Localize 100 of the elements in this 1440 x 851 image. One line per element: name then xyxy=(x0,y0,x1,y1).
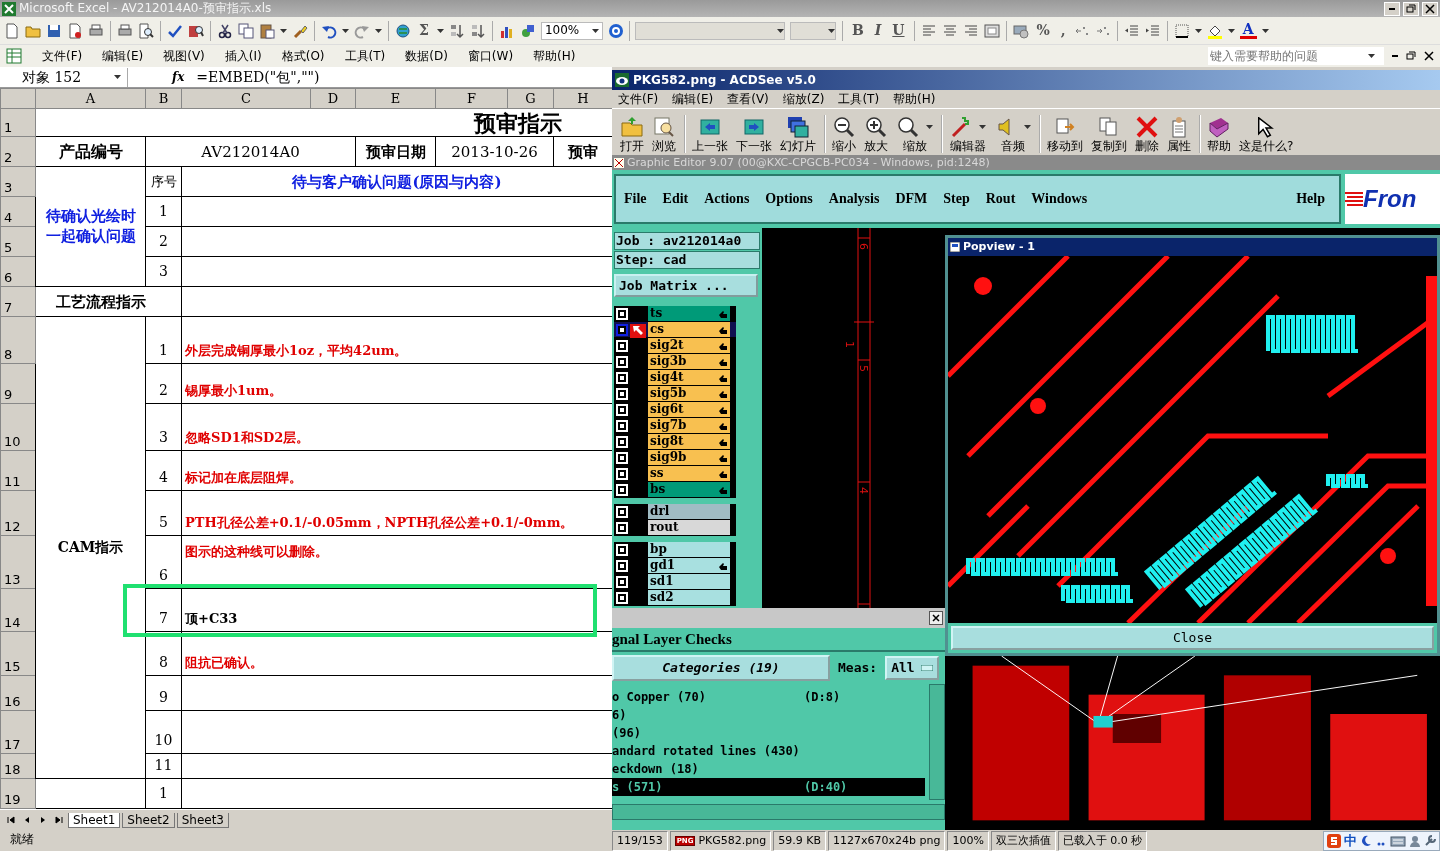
close-button[interactable] xyxy=(929,611,943,625)
sheet-tab[interactable]: Sheet2 xyxy=(122,812,175,828)
toolbar-button[interactable]: 打开 xyxy=(618,114,646,153)
layer-row[interactable]: ss xyxy=(614,466,736,482)
toolbar-button[interactable]: 浏览 xyxy=(650,114,686,153)
help-icon[interactable] xyxy=(607,22,624,39)
menu-item[interactable]: Windows xyxy=(1031,190,1088,208)
layer-row[interactable]: drl xyxy=(614,504,736,520)
column-header[interactable]: B xyxy=(145,88,182,109)
horizontal-scrollbar[interactable] xyxy=(612,804,945,820)
menu-item[interactable]: 文件(F) xyxy=(42,48,83,64)
column-header[interactable]: G xyxy=(507,88,554,109)
layer-name[interactable]: sd1 xyxy=(648,574,730,589)
row-header[interactable]: 1 xyxy=(0,108,36,137)
layer-row[interactable]: cs xyxy=(614,322,736,338)
layer-row[interactable]: sig2t xyxy=(614,338,736,354)
toolbar-button[interactable]: 缩小 xyxy=(830,114,858,153)
menu-item[interactable]: 插入(I) xyxy=(224,48,262,64)
bold-button[interactable]: B xyxy=(848,22,867,39)
caret-icon[interactable] xyxy=(1194,28,1202,33)
menu-item[interactable]: 视图(V) xyxy=(163,48,205,64)
layer-row[interactable]: sig3b xyxy=(614,354,736,370)
row-header[interactable]: 5 xyxy=(0,226,36,257)
row-header[interactable]: 14 xyxy=(0,588,36,632)
menu-item[interactable]: Help xyxy=(1296,190,1325,208)
layer-name[interactable]: sig9b xyxy=(648,450,730,465)
row-header[interactable]: 2 xyxy=(0,136,36,167)
vertical-scrollbar[interactable] xyxy=(929,684,945,800)
layer-row[interactable]: ts xyxy=(614,306,736,322)
next-sheet-icon[interactable] xyxy=(39,816,47,824)
zoom-field[interactable]: 100% xyxy=(540,21,603,40)
font-color-button[interactable]: A xyxy=(1239,22,1257,39)
autosum-button[interactable]: Σ xyxy=(416,22,432,39)
layer-row[interactable]: gd1 xyxy=(614,558,736,574)
menu-item[interactable]: Step xyxy=(943,190,970,208)
layer-row[interactable]: sig6t xyxy=(614,402,736,418)
toolbar-button[interactable]: 上一张 xyxy=(690,114,730,153)
layer-name[interactable]: bs xyxy=(648,482,730,497)
row-header[interactable]: 17 xyxy=(0,710,36,754)
layer-row[interactable]: sd2 xyxy=(614,590,736,606)
menu-item[interactable]: Edit xyxy=(662,190,689,208)
italic-button[interactable]: I xyxy=(871,22,885,39)
merge-center-icon[interactable] xyxy=(983,22,1000,39)
layer-name[interactable]: drl xyxy=(648,504,730,519)
caret-icon[interactable] xyxy=(1227,28,1235,33)
font-size-field[interactable] xyxy=(789,21,836,40)
layer-name[interactable]: sig7b xyxy=(648,418,730,433)
layer-row[interactable]: sig8t xyxy=(614,434,736,450)
ime-mode[interactable]: 中 xyxy=(1344,833,1357,849)
toolbar-button[interactable]: 幻灯片 xyxy=(778,114,826,153)
menu-item[interactable]: Options xyxy=(765,190,813,208)
layer-row[interactable]: sd1 xyxy=(614,574,736,590)
menu-item[interactable]: 帮助(H) xyxy=(893,91,936,107)
sheet-tab[interactable]: Sheet3 xyxy=(176,812,229,828)
row-header[interactable]: 19 xyxy=(0,778,36,809)
paste-icon[interactable] xyxy=(259,22,275,39)
row-header[interactable]: 8 xyxy=(0,316,36,364)
layer-row[interactable]: sig9b xyxy=(614,450,736,466)
column-header[interactable]: H xyxy=(553,88,612,109)
caret-icon[interactable] xyxy=(1261,28,1269,33)
copy-icon[interactable] xyxy=(238,22,254,39)
moon-icon[interactable] xyxy=(1360,835,1372,847)
layer-row[interactable]: bs xyxy=(614,482,736,498)
caret-icon[interactable] xyxy=(342,28,349,33)
menu-item[interactable]: 格式(O) xyxy=(281,48,325,64)
layer-row[interactable]: sig7b xyxy=(614,418,736,434)
job-matrix-button[interactable]: Job Matrix ... xyxy=(614,274,758,297)
row-header[interactable]: 18 xyxy=(0,753,36,779)
caret-icon[interactable] xyxy=(436,28,444,33)
layer-row[interactable]: rout xyxy=(614,520,736,536)
row-header[interactable]: 6 xyxy=(0,256,36,287)
help-field[interactable]: 键入需要帮助的问题 xyxy=(1208,47,1384,65)
row-header[interactable]: 13 xyxy=(0,535,36,589)
menu-item[interactable]: 缩放(Z) xyxy=(782,91,825,107)
menu-item[interactable]: DFM xyxy=(895,190,928,208)
column-header[interactable]: F xyxy=(435,88,508,109)
check-row[interactable]: o Copper (70) (D:8) xyxy=(612,688,925,706)
layer-name[interactable]: rout xyxy=(648,520,730,535)
check-row[interactable]: andard rotated lines (430) xyxy=(612,742,925,760)
hyperlink-icon[interactable] xyxy=(395,22,411,39)
close-button[interactable] xyxy=(1424,51,1434,61)
toolbar-button[interactable]: 删除 xyxy=(1133,114,1161,153)
previous-sheet-icon[interactable] xyxy=(23,816,31,824)
toolbar-button[interactable]: 这是什么? xyxy=(1237,116,1296,153)
function-button[interactable]: fx xyxy=(172,69,185,85)
print-preview-icon[interactable] xyxy=(138,22,154,39)
drawing-icon[interactable] xyxy=(519,22,536,39)
layer-name[interactable]: sig8t xyxy=(648,434,730,449)
row-header[interactable]: 10 xyxy=(0,403,36,451)
menu-item[interactable]: 文件(F) xyxy=(618,91,659,107)
row-header[interactable]: 9 xyxy=(0,363,36,404)
layer-row[interactable]: sig4t xyxy=(614,370,736,386)
keyboard-icon[interactable] xyxy=(1390,835,1406,847)
row-header[interactable]: 7 xyxy=(0,286,36,317)
last-sheet-icon[interactable] xyxy=(55,816,63,824)
sheet-tab[interactable]: Sheet1 xyxy=(68,812,121,828)
layer-name[interactable]: sig6t xyxy=(648,402,730,417)
minimize-button[interactable] xyxy=(1384,1,1400,16)
layer-name[interactable]: gd1 xyxy=(648,558,730,573)
name-box[interactable]: 对象 152 xyxy=(0,67,128,87)
